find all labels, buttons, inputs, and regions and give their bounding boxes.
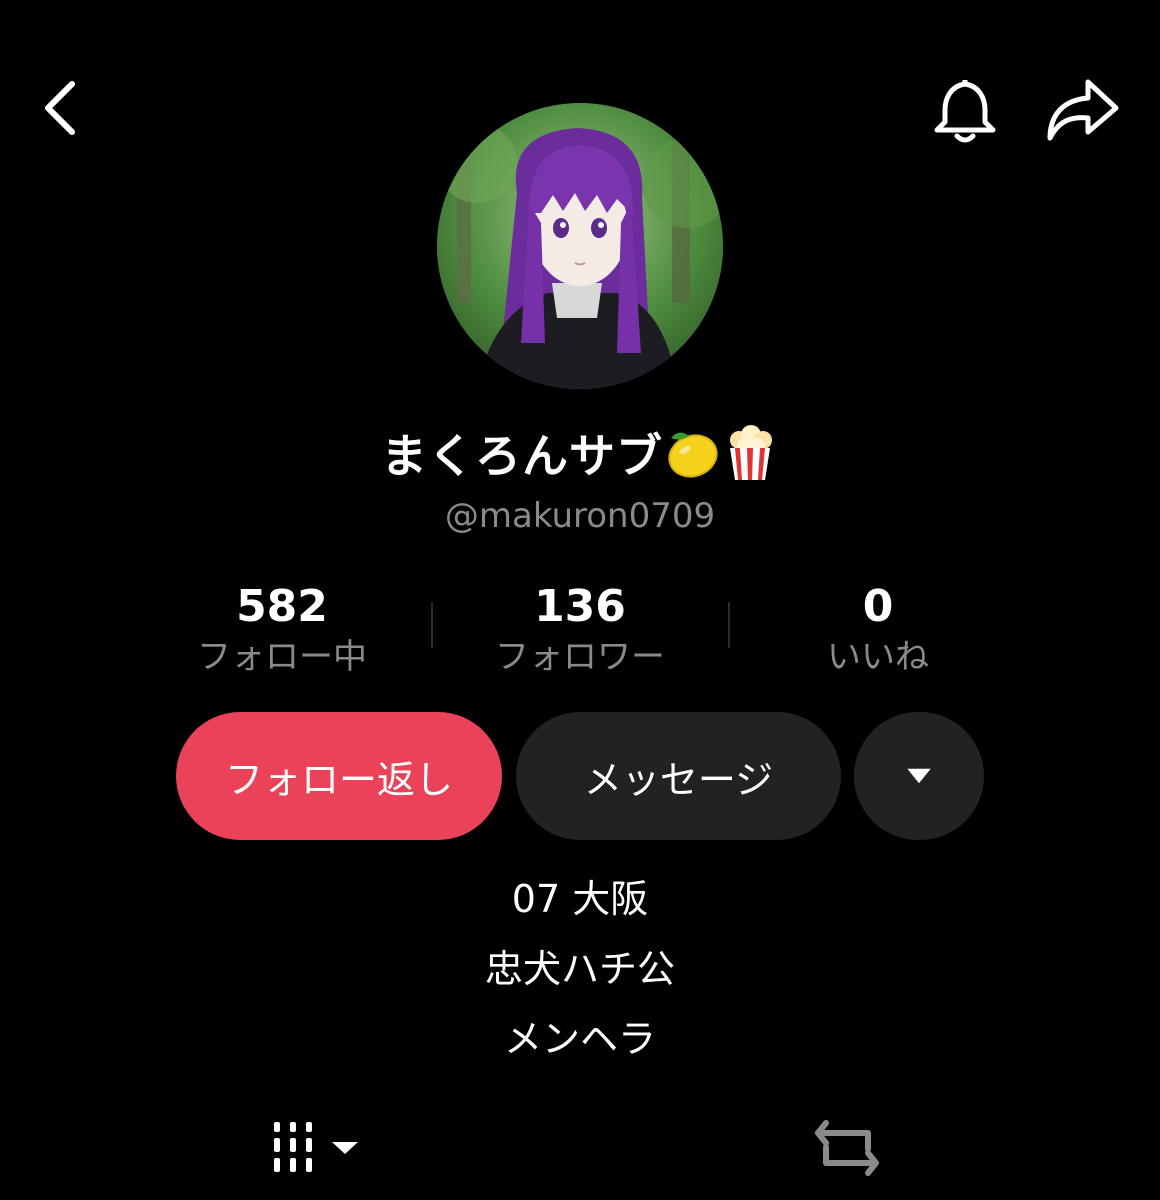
grid-icon (274, 1122, 358, 1172)
stat-following[interactable]: 582 フォロー中 (162, 580, 402, 680)
notification-button[interactable] (925, 70, 1005, 150)
following-label: フォロー中 (197, 637, 367, 677)
bio-line: 07 大阪 (511, 877, 649, 921)
display-name-row: まくろんサブ (0, 418, 1160, 488)
avatar-image (437, 103, 723, 389)
share-arrow-icon (1047, 79, 1119, 141)
tab-videos[interactable] (268, 1118, 368, 1178)
likes-count: 0 (862, 581, 894, 632)
caret-down-icon (907, 768, 931, 784)
username: @makuron0709 (444, 496, 716, 536)
share-button[interactable] (1040, 70, 1124, 150)
popcorn-emoji (721, 424, 779, 482)
stat-divider (728, 602, 730, 648)
tab-reposts[interactable] (810, 1115, 884, 1181)
following-count: 582 (236, 581, 328, 632)
bell-icon (934, 79, 996, 143)
bio-line: 忠犬ハチ公 (484, 947, 675, 991)
follow-back-button[interactable]: フォロー返し (176, 712, 502, 840)
likes-label: いいね (827, 637, 929, 677)
stat-divider (431, 602, 433, 648)
message-button[interactable]: メッセージ (516, 712, 841, 840)
lemon-emoji (663, 424, 721, 482)
more-options-button[interactable] (854, 712, 984, 840)
bio-line: メンヘラ (503, 1017, 656, 1061)
chevron-left-icon (45, 81, 75, 135)
repost-icon (815, 1120, 879, 1176)
followers-count: 136 (534, 581, 626, 632)
followers-label: フォロワー (495, 637, 665, 677)
stat-likes[interactable]: 0 いいね (758, 580, 998, 680)
display-name: まくろんサブ (381, 429, 663, 483)
stat-followers[interactable]: 136 フォロワー (460, 580, 700, 680)
avatar[interactable] (437, 103, 723, 389)
back-button[interactable] (30, 72, 90, 142)
